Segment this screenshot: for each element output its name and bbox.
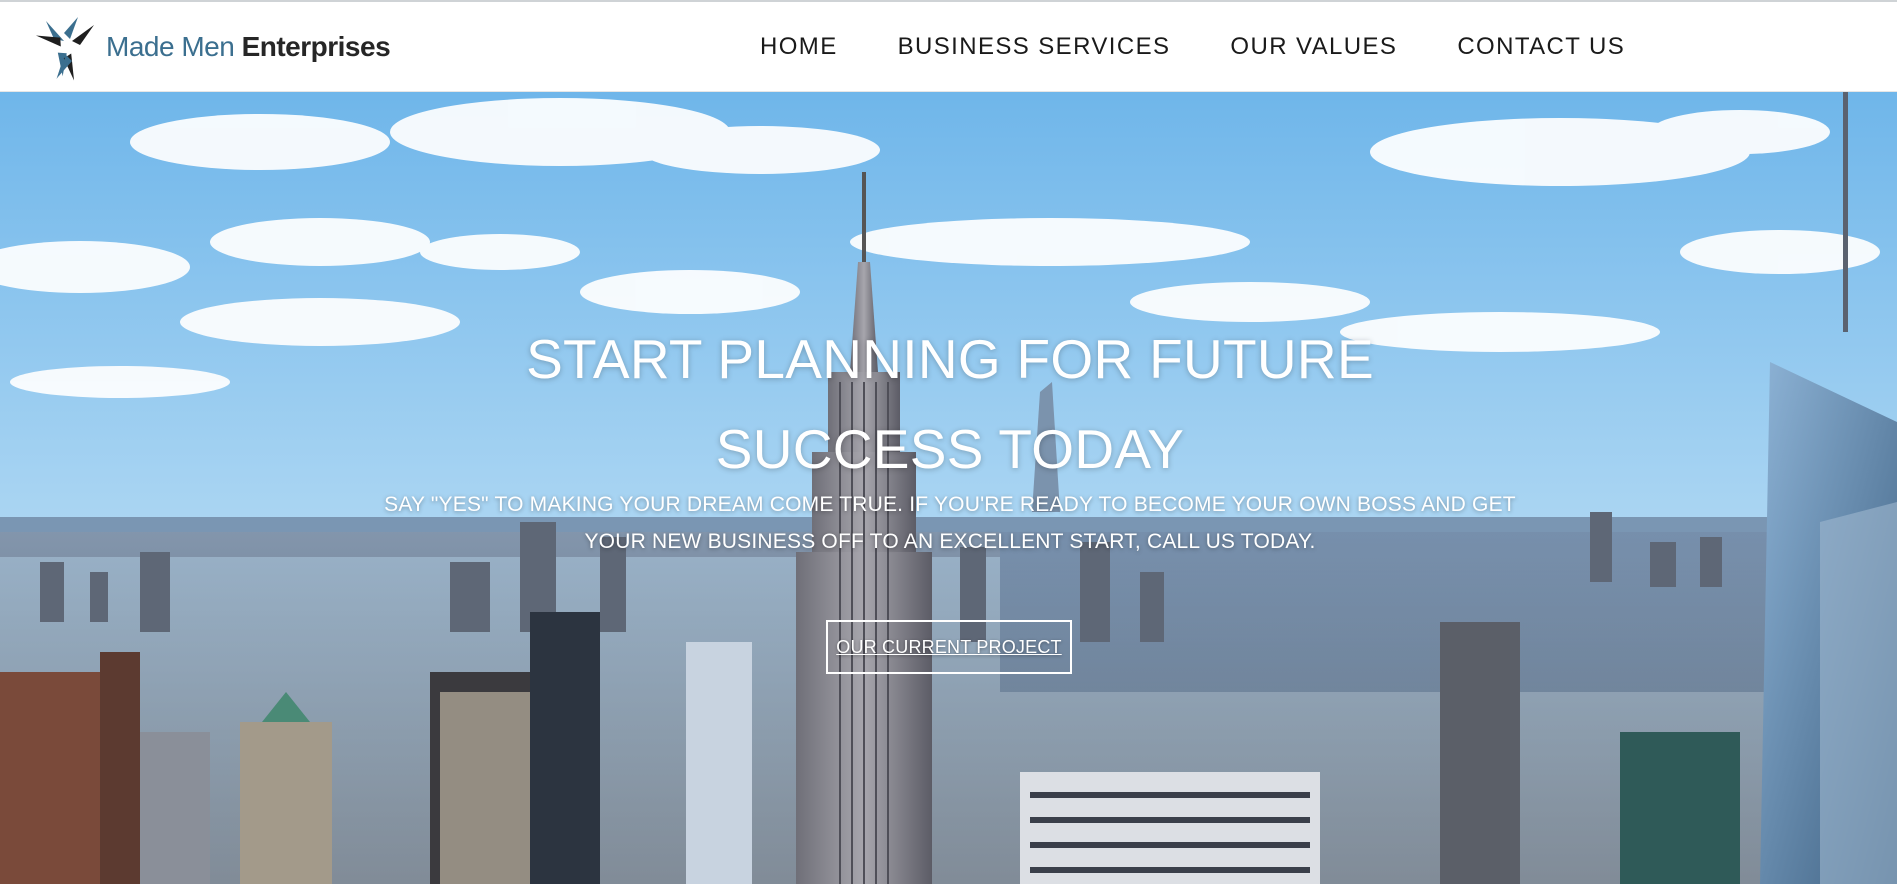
brand-logo[interactable]: Made Men Enterprises [32, 12, 391, 82]
brand-name-part1: Made Men [106, 30, 235, 62]
current-project-button[interactable]: OUR CURRENT PROJECT [826, 620, 1072, 674]
hero-content: START PLANNING FOR FUTURE SUCCESS TODAY … [0, 92, 1897, 884]
hero-subheadline: SAY "YES" TO MAKING YOUR DREAM COME TRUE… [384, 493, 1516, 553]
nav-business-services[interactable]: BUSINESS SERVICES [898, 33, 1171, 61]
hero-section: START PLANNING FOR FUTURE SUCCESS TODAY … [0, 92, 1897, 884]
nav-contact-us[interactable]: CONTACT US [1457, 33, 1625, 61]
nav-home[interactable]: HOME [760, 33, 838, 61]
hero-headline: START PLANNING FOR FUTURE SUCCESS TODAY [526, 328, 1374, 480]
pinwheel-arrows-icon [35, 16, 94, 81]
site-header: Made Men Enterprises HOME BUSINESS SERVI… [0, 2, 1897, 92]
brand-name: Made Men Enterprises [106, 30, 391, 63]
brand-name-part2: Enterprises [241, 30, 391, 62]
main-navigation: HOME BUSINESS SERVICES OUR VALUES CONTAC… [760, 2, 1685, 92]
nav-our-values[interactable]: OUR VALUES [1230, 33, 1397, 61]
